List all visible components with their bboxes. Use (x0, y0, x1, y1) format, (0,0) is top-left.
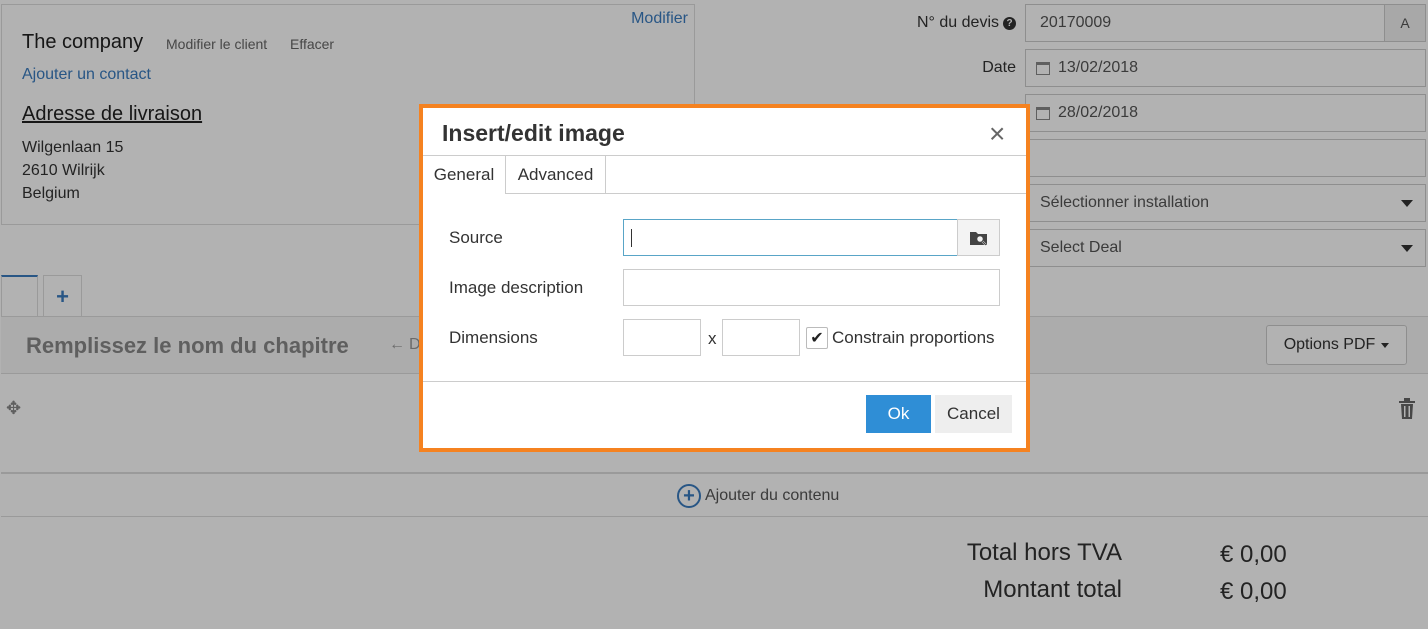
check-icon: ✔ (810, 330, 824, 347)
dimensions-label: Dimensions (449, 328, 538, 347)
dialog-tabs: General Advanced (423, 155, 1026, 194)
width-input[interactable] (623, 319, 701, 356)
source-input[interactable] (623, 219, 958, 256)
dialog-footer: Ok Cancel (423, 381, 1026, 448)
cancel-button[interactable]: Cancel (935, 395, 1012, 433)
text-cursor (631, 229, 632, 247)
tab-advanced[interactable]: Advanced (506, 156, 606, 194)
source-label: Source (449, 228, 503, 247)
image-description-input[interactable] (623, 269, 1000, 306)
dimension-separator: x (708, 329, 717, 348)
browse-image-icon[interactable] (957, 219, 1000, 256)
constrain-proportions-checkbox[interactable]: ✔ (806, 327, 828, 349)
constrain-proportions-label[interactable]: Constrain proportions (832, 328, 995, 348)
dialog-title: Insert/edit image (442, 120, 625, 146)
page: Modifier The company Modifier le client … (0, 0, 1428, 629)
close-icon[interactable]: × (989, 120, 1005, 148)
insert-image-dialog: Insert/edit image × General Advanced Sou… (419, 104, 1030, 452)
image-description-label: Image description (449, 278, 584, 297)
ok-button[interactable]: Ok (866, 395, 931, 433)
height-input[interactable] (722, 319, 800, 356)
tab-general[interactable]: General (423, 156, 506, 194)
